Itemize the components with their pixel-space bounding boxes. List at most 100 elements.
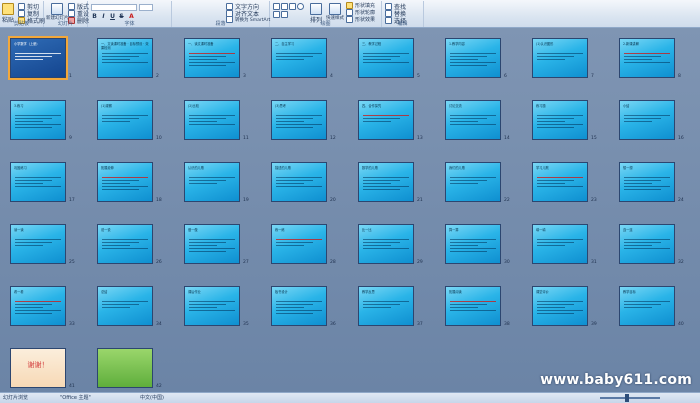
slide-text-line [15,186,61,187]
slide-thumbnail[interactable]: 说一说 [97,224,153,264]
font-color-button[interactable]: A [128,13,135,20]
slide-thumbnail[interactable]: 认识的儿歌 [184,162,240,202]
slide-number: 17 [69,198,75,203]
slide-text-line [15,183,43,184]
slide-body-lines [363,237,409,251]
slide-thumbnail[interactable]: 数学的儿歌 [358,162,414,202]
slide-thumbnail[interactable]: 练习题 [532,100,588,140]
slide-number: 23 [591,198,597,203]
slide-thumbnail[interactable]: 谢谢！ [10,348,66,388]
slide-thumbnail[interactable]: 3.练习 [10,100,66,140]
shape-arrow-icon [289,3,296,10]
slide-text-line [102,307,130,308]
slide-number: 5 [417,74,420,79]
slide-text-line [537,183,565,184]
slide-text-line [276,239,322,240]
slide-thumbnail[interactable]: 讨论交流 [445,100,501,140]
shape-fill-button[interactable]: 形状填充 [346,2,375,9]
slide-thumbnail[interactable]: (1)观察 [97,100,153,140]
slide-thumbnail[interactable]: (2)比较 [184,100,240,140]
slide-text: (2)比较 [188,104,199,108]
slide-thumbnail[interactable]: 算一算 [445,224,501,264]
slide-text-line [450,301,496,302]
underline-button[interactable]: U [109,13,116,20]
slide-text: 比一比 [362,228,372,232]
slide-text-line [450,245,478,246]
slide-thumbnail[interactable]: 巩固练习 [10,162,66,202]
slide-text-line [189,124,235,125]
slide-thumbnail[interactable]: 拓展延伸 [97,162,153,202]
bold-button[interactable]: B [91,13,98,20]
slide-text: 小结 [623,104,630,108]
slide-body-lines [276,237,322,248]
slide-number: 10 [156,136,162,141]
slide-thumbnail[interactable]: 描述的儿歌 [271,162,327,202]
slide-text-line [450,53,496,54]
slide-text-line [537,124,583,125]
slide-thumbnail[interactable]: 三、教学过程 [358,38,414,78]
slide-thumbnail[interactable]: 比一比 [358,224,414,264]
slide-thumbnail[interactable]: (3)思考 [271,100,327,140]
slide-thumbnail[interactable]: (1)认识图形 [532,38,588,78]
slide-body-lines [450,113,496,127]
slide-thumbnail[interactable]: 2.新课讲解 [619,38,675,78]
slide-text-line [450,310,496,311]
slide-thumbnail[interactable]: 填一填 [532,224,588,264]
slide-text: (1)观察 [101,104,112,108]
slide-text-line [189,177,235,178]
slide-number: 3 [243,74,246,79]
slide-thumbnail[interactable]: 总结 [97,286,153,326]
slide-thumbnail[interactable]: 看一看 [10,286,66,326]
strikethrough-button[interactable]: S [118,13,125,20]
slide-thumbnail[interactable]: 小学数学（上册） [8,36,68,80]
slide-body-lines [450,299,496,313]
slide-thumbnail[interactable]: 连一连 [619,224,675,264]
slide-number: 15 [591,136,597,141]
font-group: B I U S A 字体 [88,1,172,27]
italic-button[interactable]: I [100,13,107,20]
slide-thumbnail[interactable]: 板书设计 [271,286,327,326]
slide-body-lines [450,51,496,68]
slide-body-lines [15,237,61,248]
slide-number: 33 [69,322,75,327]
slide-text: 拓展延伸 [101,166,114,170]
slide-body-lines [102,299,148,310]
new-slide-button[interactable]: 新建幻灯片 [46,3,69,21]
slide-text: 一、文读课时准备 · 目标预设 · 效果检测 [101,42,149,51]
shape-outline-button[interactable]: 形状轮廓 [346,9,375,16]
slide-thumbnail[interactable]: 课后作业 [184,286,240,326]
slide-thumbnail[interactable]: 课堂评价 [532,286,588,326]
slide-number: 32 [678,260,684,265]
slide-thumbnail[interactable]: 读一读 [10,224,66,264]
slide-text: 做一做 [188,228,198,232]
slide-thumbnail[interactable]: 四、合作探究 [358,100,414,140]
slide-thumbnail[interactable]: 我们的儿歌 [445,162,501,202]
slide-thumbnail[interactable]: 想一想 [619,162,675,202]
slide-thumbnail[interactable]: 1.教学内容 [445,38,501,78]
font-size-box[interactable] [139,4,153,11]
slide-body-lines [15,51,61,62]
status-theme: "Office 主题" [60,395,91,401]
slide-thumbnail[interactable]: 做一做 [184,224,240,264]
status-language: 中文(中国) [140,395,164,401]
slide-thumbnail[interactable]: 一、文读课时准备 · 目标预设 · 效果检测 [97,38,153,78]
font-family-box[interactable] [91,4,137,11]
quick-styles-button[interactable]: 快速样式 [326,3,344,21]
zoom-thumb[interactable] [625,394,629,402]
slide-thumbnail[interactable]: 教学目标 [619,286,675,326]
slide-thumbnail[interactable]: 教学反思 [358,286,414,326]
slide-thumbnail[interactable]: 练一练 [271,224,327,264]
slide-thumbnail[interactable]: 学习儿歌 [532,162,588,202]
slide-thumbnail[interactable]: 拓展阅读 [445,286,501,326]
slide-thumbnail[interactable]: 小结 [619,100,675,140]
slide-text: 小学数学（上册） [14,42,40,46]
slide-text-line [624,177,670,178]
slide-thumbnail[interactable]: 二、自主学习 [271,38,327,78]
slide-thumbnail[interactable] [97,348,153,388]
zoom-slider[interactable] [600,397,660,399]
slide-text-line [624,62,670,63]
slide-thumbnail[interactable]: 一、读文课时准备 [184,38,240,78]
slide-text-line [189,245,217,246]
slide-body-lines [102,51,148,65]
shapes-gallery[interactable] [273,3,307,18]
